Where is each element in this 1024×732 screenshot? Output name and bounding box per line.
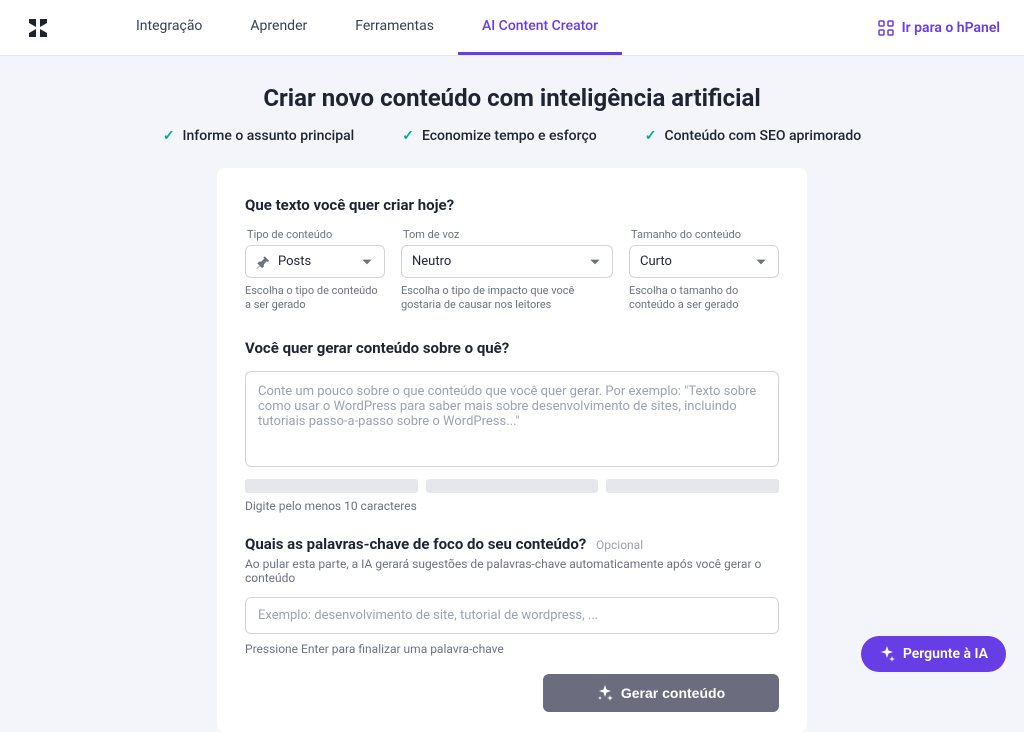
fields-row: Tipo de conteúdo Posts Escolha o tipo de… [245,228,779,313]
hpanel-link-label: Ir para o hPanel [902,20,1000,36]
q3-subtitle: Ao pular esta parte, a IA gerará sugestõ… [245,557,779,585]
q3-optional: Opcional [596,538,643,552]
generate-button[interactable]: Gerar conteúdo [543,674,779,712]
length-label: Tamanho do conteúdo [629,228,779,241]
sparkle-icon [597,685,613,701]
check-icon: ✓ [645,128,657,144]
chevron-down-icon [754,255,768,269]
length-value: Curto [640,254,672,269]
benefit-3: ✓ Conteúdo com SEO aprimorado [645,128,861,144]
q3-title: Quais as palavras-chave de foco do seu c… [245,535,779,553]
length-col: Tamanho do conteúdo Curto Escolha o tama… [629,228,779,313]
pin-icon [256,255,270,269]
logo [24,14,52,42]
q3-title-text: Quais as palavras-chave de foco do seu c… [245,535,586,553]
q1-title: Que texto você quer criar hoje? [245,196,779,214]
nav-ai-creator[interactable]: AI Content Creator [458,0,622,55]
benefit-1-text: Informe o assunto principal [183,128,355,144]
ask-ai-button[interactable]: Pergunte à IA [861,636,1006,672]
content-type-label: Tipo de conteúdo [245,228,385,241]
check-icon: ✓ [402,128,414,144]
benefit-3-text: Conteúdo com SEO aprimorado [664,128,861,144]
nav-integration[interactable]: Integração [112,0,226,55]
nav-tools[interactable]: Ferramentas [331,0,458,55]
benefit-2: ✓ Economize tempo e esforço [402,128,596,144]
generate-row: Gerar conteúdo [245,674,779,712]
header: Integração Aprender Ferramentas AI Conte… [0,0,1024,56]
chevron-down-icon [360,255,374,269]
tone-value: Neutro [412,254,451,269]
form-card: Que texto você quer criar hoje? Tipo de … [217,168,807,732]
tone-help: Escolha o tipo de impacto que você gosta… [401,284,613,313]
content-type-select[interactable]: Posts [245,245,385,278]
char-hint: Digite pelo menos 10 caracteres [245,499,779,513]
benefits: ✓ Informe o assunto principal ✓ Economiz… [0,128,1024,144]
tone-col: Tom de voz Neutro Escolha o tipo de impa… [401,228,613,313]
ask-ai-label: Pergunte à IA [903,646,988,662]
tone-label: Tom de voz [401,228,613,241]
keywords-input[interactable] [245,597,779,634]
content-type-value: Posts [278,254,311,269]
tone-select[interactable]: Neutro [401,245,613,278]
check-icon: ✓ [163,128,175,144]
nav: Integração Aprender Ferramentas AI Conte… [112,0,622,55]
sparkle-icon [879,646,895,662]
suggestion-row [245,479,779,493]
page-title: Criar novo conteúdo com inteligência art… [0,84,1024,112]
generate-button-label: Gerar conteúdo [621,685,725,701]
suggestion-skeleton [606,479,779,493]
suggestion-skeleton [245,479,418,493]
enter-hint: Pressione Enter para finalizar uma palav… [245,642,779,656]
chevron-down-icon [588,255,602,269]
about-textarea[interactable] [245,371,779,467]
content-type-help: Escolha o tipo de conteúdo a ser gerado [245,284,385,313]
benefit-1: ✓ Informe o assunto principal [163,128,354,144]
suggestion-skeleton [426,479,599,493]
hpanel-link[interactable]: Ir para o hPanel [878,20,1000,36]
grid-icon [878,20,894,36]
content-type-col: Tipo de conteúdo Posts Escolha o tipo de… [245,228,385,313]
nav-learn[interactable]: Aprender [226,0,331,55]
length-select[interactable]: Curto [629,245,779,278]
length-help: Escolha o tamanho do conteúdo a ser gera… [629,284,779,313]
q2-title: Você quer gerar conteúdo sobre o quê? [245,339,779,357]
benefit-2-text: Economize tempo e esforço [422,128,597,144]
